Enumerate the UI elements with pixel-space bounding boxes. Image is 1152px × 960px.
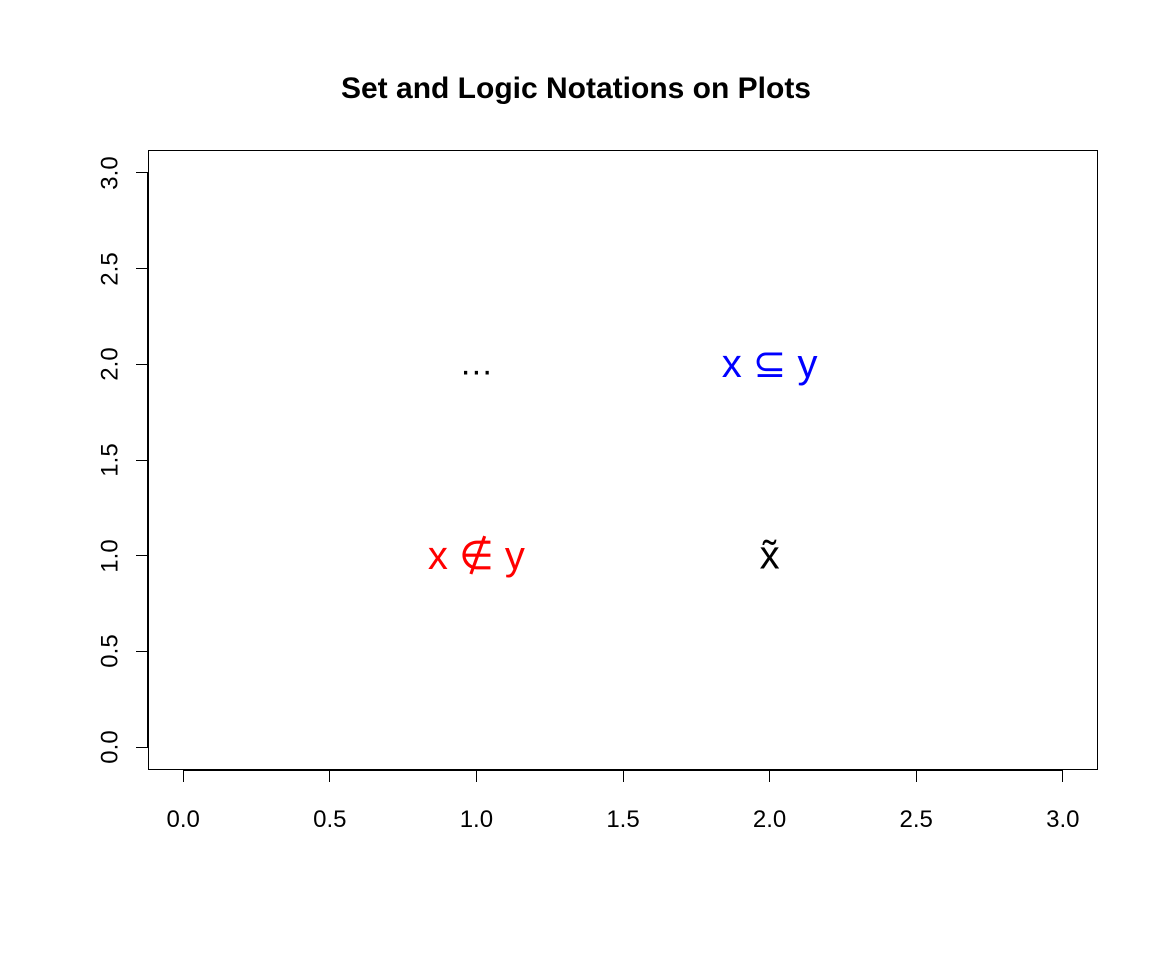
- x-tick-label: 2.5: [900, 806, 933, 834]
- y-tick: [136, 747, 148, 748]
- y-tick: [136, 460, 148, 461]
- annotation-0: x ∉ y: [428, 533, 525, 579]
- y-tick-label: 0.0: [97, 730, 125, 763]
- x-tick-label: 1.0: [460, 806, 493, 834]
- plot-area: [148, 150, 1098, 770]
- y-tick-label: 2.5: [97, 252, 125, 285]
- x-tick-label: 3.0: [1046, 806, 1079, 834]
- chart-title: Set and Logic Notations on Plots: [0, 72, 1152, 106]
- y-tick-label: 2.0: [97, 348, 125, 381]
- x-tick: [916, 770, 917, 782]
- y-tick: [136, 268, 148, 269]
- x-tick: [1062, 770, 1063, 782]
- y-tick-label: 0.5: [97, 635, 125, 668]
- y-tick-label: 3.0: [97, 156, 125, 189]
- y-tick-label: 1.0: [97, 539, 125, 572]
- annotation-3: x ⊆ y: [722, 341, 818, 387]
- x-tick: [183, 770, 184, 782]
- x-tick: [476, 770, 477, 782]
- y-tick: [136, 651, 148, 652]
- annotation-2: …: [459, 345, 493, 384]
- y-tick-label: 1.5: [97, 443, 125, 476]
- chart-canvas: Set and Logic Notations on Plots 0.0 0.5 1…: [0, 0, 1152, 960]
- x-tick-label: 2.0: [753, 806, 786, 834]
- x-tick: [623, 770, 624, 782]
- x-tick-label: 1.5: [606, 806, 639, 834]
- x-tick-label: 0.0: [166, 806, 199, 834]
- x-tick: [769, 770, 770, 782]
- y-tick: [136, 364, 148, 365]
- x-tick: [329, 770, 330, 782]
- annotation-1: x̃: [760, 533, 780, 578]
- y-tick: [136, 172, 148, 173]
- x-tick-label: 0.5: [313, 806, 346, 834]
- y-tick: [136, 555, 148, 556]
